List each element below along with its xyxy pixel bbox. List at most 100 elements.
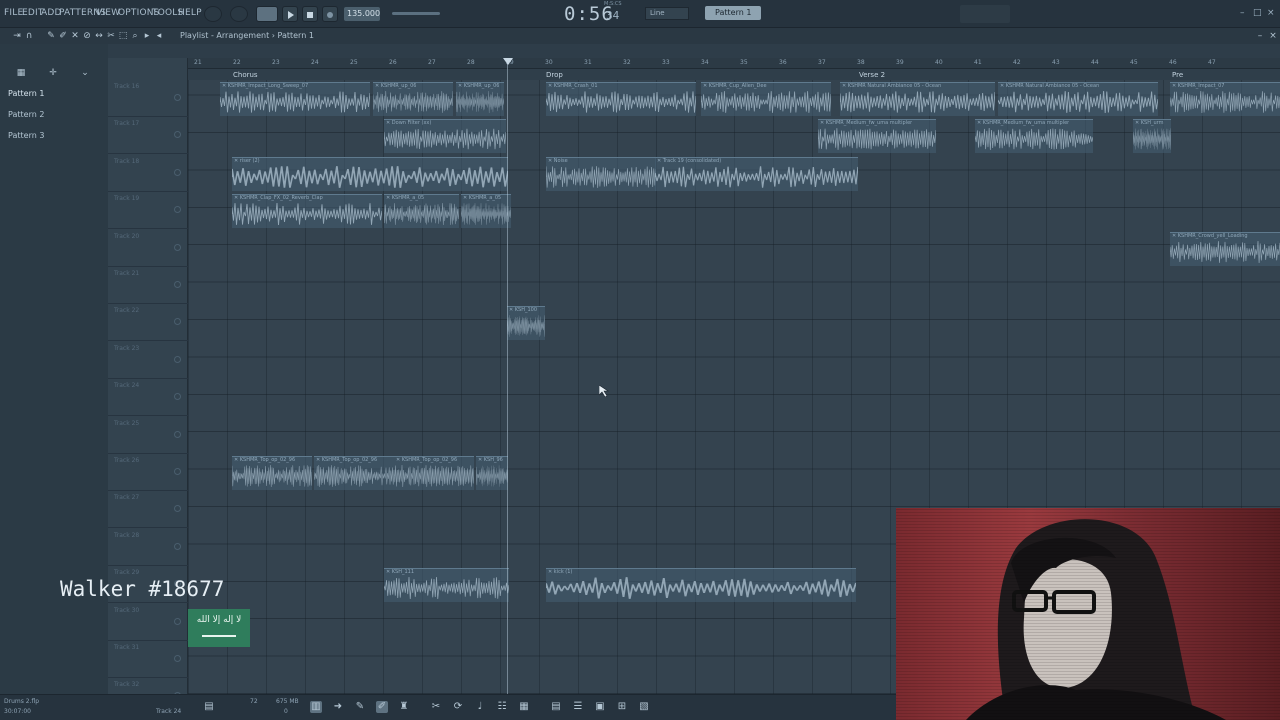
minimize-icon[interactable]: – xyxy=(1240,8,1245,18)
audio-clip[interactable]: ✕ KSH_urm xyxy=(1133,119,1171,154)
arrow-right-icon[interactable]: ➜ xyxy=(332,701,344,713)
track-mute-toggle[interactable] xyxy=(174,430,181,438)
magnet-icon[interactable]: ∩ xyxy=(24,31,34,41)
audio-clip[interactable]: ✕ KSHMR_Clap_FX_02_Reverb_Clap xyxy=(232,194,382,229)
audio-clip[interactable]: ✕ Noise xyxy=(546,156,656,191)
audio-clip[interactable]: ✕ KSHMR_Cup_Allen_Dee xyxy=(701,82,831,116)
draw-icon[interactable]: ✎ xyxy=(46,31,56,41)
audio-clip[interactable]: ✕ KSHMR_Crash_01 xyxy=(546,82,696,116)
track-header[interactable]: Track 28 xyxy=(108,529,188,566)
snap-selector[interactable]: Line xyxy=(645,7,689,20)
track-mute-toggle[interactable] xyxy=(174,318,181,326)
audio-clip[interactable]: ✕ Track 19 (consolidated) xyxy=(655,156,858,191)
channel-rack-icon[interactable]: ▤ xyxy=(550,701,562,713)
track-header[interactable]: Track 20 xyxy=(108,230,188,267)
track-mute-toggle[interactable] xyxy=(174,505,181,513)
track-header[interactable]: Track 30 xyxy=(108,604,188,641)
audio-clip[interactable]: ✕ KSHMR_Top_op_02_96 xyxy=(394,456,474,490)
marker-chorus[interactable]: Chorus xyxy=(233,71,258,79)
minimize-playlist-icon[interactable]: – xyxy=(1255,31,1265,41)
track-header[interactable]: Track 17 xyxy=(108,117,188,155)
track-header[interactable]: Track 23 xyxy=(108,342,188,379)
paint-icon[interactable]: ✐ xyxy=(58,31,68,41)
audio-clip[interactable]: ✕ KSHMR Natural Ambiance 05 - Ocean xyxy=(840,82,995,116)
play-button[interactable] xyxy=(282,6,298,22)
track-header[interactable]: Track 16 xyxy=(108,80,188,117)
brush-icon[interactable]: ✐ xyxy=(376,701,388,713)
audio-clip[interactable]: ✕ KSH_100 xyxy=(507,306,545,341)
slip-icon[interactable]: ↔ xyxy=(94,31,104,41)
audio-clip[interactable]: ✕ KSHMR_Impact_07 xyxy=(1170,82,1280,116)
track-mute-toggle[interactable] xyxy=(174,94,181,101)
track-mute-toggle[interactable] xyxy=(174,206,181,214)
step-sequencer-icon[interactable]: ▧ xyxy=(638,701,650,713)
mute-icon[interactable]: ⊘ xyxy=(82,31,92,41)
track-header[interactable]: Track 21 xyxy=(108,267,188,304)
audio-clip[interactable]: ✕ KSH_111 xyxy=(384,568,509,603)
track-mute-toggle[interactable] xyxy=(174,393,181,401)
mixer-icon[interactable]: ☷ xyxy=(496,701,508,713)
track-header[interactable]: Track 25 xyxy=(108,417,188,454)
piano-roll-icon[interactable]: ▦ xyxy=(518,701,530,713)
audio-clip[interactable]: ✕ KSHMR_Medium_fw_uma multipler xyxy=(818,119,936,154)
menu-view[interactable]: VIEW xyxy=(96,8,120,18)
browser-icon[interactable]: ▣ xyxy=(594,701,606,713)
track-mute-toggle[interactable] xyxy=(174,542,181,550)
audio-clip[interactable]: ✕ riser (2) xyxy=(232,156,508,191)
track-mute-toggle[interactable] xyxy=(174,131,181,139)
audio-clip[interactable]: ✕ KSHMR_up_06 xyxy=(373,82,453,116)
loop-icon[interactable]: ⟳ xyxy=(452,701,464,713)
close-icon[interactable]: × xyxy=(1267,8,1275,18)
master-volume-knob[interactable] xyxy=(204,6,222,22)
playback-icon[interactable]: ▸ xyxy=(142,31,152,41)
pattern-song-toggle[interactable] xyxy=(256,6,278,22)
track-mute-toggle[interactable] xyxy=(174,281,181,288)
audio-clip[interactable]: ✕ KSHMR_Crowd_yell_Loading xyxy=(1170,231,1280,266)
track-header[interactable]: Track 19 xyxy=(108,192,188,230)
pencil-icon[interactable]: ✎ xyxy=(354,701,366,713)
browser-menu-icon[interactable]: ⌄ xyxy=(80,68,90,78)
audio-clip[interactable]: ✕ KSHMR_up_06 xyxy=(456,82,504,116)
audio-clip[interactable]: ✕ Down Filter (xx) xyxy=(384,119,506,154)
recent-files-icon[interactable]: ▥ xyxy=(310,701,322,713)
track-header[interactable]: Track 31 xyxy=(108,641,188,678)
track-mute-toggle[interactable] xyxy=(174,617,181,625)
record-button[interactable] xyxy=(322,6,338,22)
zoom-icon[interactable]: ⌕ xyxy=(130,31,140,41)
audio-clip[interactable]: ✕ KSH_96 xyxy=(476,456,508,490)
cut-icon[interactable]: ✂ xyxy=(430,701,442,713)
track-mute-toggle[interactable] xyxy=(174,468,181,475)
close-playlist-icon[interactable]: × xyxy=(1268,31,1278,41)
plugin-database-icon[interactable]: ⊞ xyxy=(616,701,628,713)
playhead-line[interactable] xyxy=(507,58,508,694)
maximize-icon[interactable]: □ xyxy=(1253,8,1262,18)
marker-lane[interactable]: Chorus Drop Verse 2 Pre xyxy=(188,69,1280,80)
track-header[interactable]: Track 24 xyxy=(108,379,188,417)
plugin-icon[interactable]: ♜ xyxy=(398,701,410,713)
track-header[interactable]: Track 27 xyxy=(108,491,188,529)
select-icon[interactable]: ⬚ xyxy=(118,31,128,41)
marker-drop[interactable]: Drop xyxy=(546,71,563,79)
track-header[interactable]: Track 26 xyxy=(108,454,188,491)
audio-clip[interactable]: ✕ KSHMR_a_05 xyxy=(461,194,511,229)
audio-clip[interactable]: ✕ KSHMR_Impact_Long_Sweep_07 xyxy=(220,82,370,116)
pattern-item[interactable]: Pattern 3 xyxy=(8,131,44,140)
speaker-icon[interactable]: ◂ xyxy=(154,31,164,41)
pattern-item[interactable]: Pattern 2 xyxy=(8,110,44,119)
delete-icon[interactable]: ✕ xyxy=(70,31,80,41)
arrow-icon[interactable]: ⇥ xyxy=(12,31,22,41)
audio-clip[interactable]: ✕ kick (1) xyxy=(546,568,856,603)
tempo-display[interactable]: 135.000 xyxy=(344,7,380,21)
track-mute-toggle[interactable] xyxy=(174,655,181,662)
stop-button[interactable] xyxy=(302,6,318,22)
audio-clip[interactable]: ✕ KSHMR Natural Ambiance 05 - Ocean xyxy=(998,82,1158,116)
playlist-icon[interactable]: ☰ xyxy=(572,701,584,713)
menu-file[interactable]: FILE xyxy=(4,8,23,18)
track-header[interactable]: Track 22 xyxy=(108,304,188,342)
playhead-marker[interactable] xyxy=(503,58,513,65)
track-mute-toggle[interactable] xyxy=(174,168,181,176)
track-mute-toggle[interactable] xyxy=(174,243,181,251)
master-pitch-knob[interactable] xyxy=(230,6,248,22)
audio-clip[interactable]: ✕ KSHMR_Top_op_02_96 xyxy=(314,456,394,490)
track-mute-toggle[interactable] xyxy=(174,355,181,363)
